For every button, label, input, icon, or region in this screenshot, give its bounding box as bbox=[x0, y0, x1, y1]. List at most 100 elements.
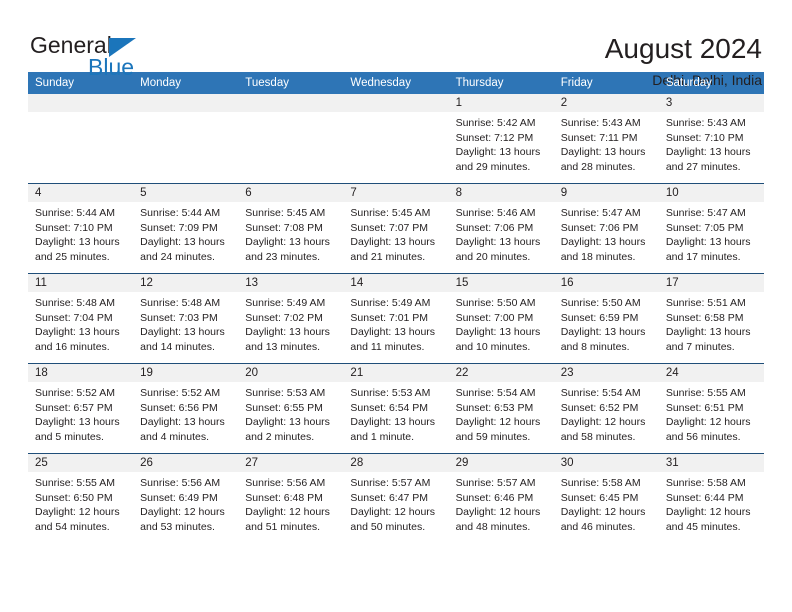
calendar-day-cell[interactable]: 29 Sunrise: 5:57 AM Sunset: 6:46 PM Dayligh… bbox=[448, 453, 554, 543]
calendar-day-cell[interactable]: 14 Sunrise: 5:49 AM Sunset: 7:01 PM Dayligh… bbox=[343, 273, 449, 364]
sunset-text: Sunset: 6:52 PM bbox=[560, 401, 639, 414]
sunrise-text: Sunrise: 5:43 AM bbox=[665, 117, 746, 129]
daylight-text: Daylight: 13 hours and 21 minutes. bbox=[350, 236, 436, 263]
calendar-day-cell-empty bbox=[133, 94, 239, 184]
calendar-day-cell[interactable]: 30 Sunrise: 5:58 AM Sunset: 6:45 PM Dayligh… bbox=[553, 453, 659, 543]
sunrise-text: Sunrise: 5:50 AM bbox=[455, 297, 536, 309]
day-number: 14 bbox=[343, 274, 449, 292]
calendar-day-cell[interactable]: 8 Sunrise: 5:46 AM Sunset: 7:06 PM Daylight… bbox=[448, 183, 554, 274]
calendar-day-cell[interactable]: 13 Sunrise: 5:49 AM Sunset: 7:02 PM Dayligh… bbox=[238, 273, 344, 364]
sunrise-text: Sunrise: 5:43 AM bbox=[560, 117, 641, 129]
calendar-day-cell[interactable]: 6 Sunrise: 5:45 AM Sunset: 7:08 PM Daylight… bbox=[238, 183, 344, 274]
calendar-day-cell[interactable]: 25 Sunrise: 5:55 AM Sunset: 6:50 PM Dayligh… bbox=[28, 453, 134, 543]
day-number: 27 bbox=[238, 454, 344, 472]
calendar-day-cell[interactable]: 3 Sunrise: 5:43 AM Sunset: 7:10 PM Daylight… bbox=[658, 94, 764, 184]
daylight-text: Daylight: 12 hours and 56 minutes. bbox=[665, 416, 751, 443]
daylight-text: Daylight: 13 hours and 13 minutes. bbox=[245, 326, 330, 353]
day-details: Sunrise: 5:57 AM Sunset: 6:46 PM Daylight:… bbox=[449, 472, 554, 534]
day-number: 21 bbox=[343, 364, 449, 382]
day-number: 13 bbox=[238, 274, 344, 292]
calendar-day-cell[interactable]: 16 Sunrise: 5:50 AM Sunset: 6:59 PM Dayligh… bbox=[553, 273, 659, 364]
sunset-text: Sunset: 6:44 PM bbox=[665, 491, 744, 504]
daylight-text: Daylight: 12 hours and 48 minutes. bbox=[455, 506, 541, 533]
day-details: Sunrise: 5:56 AM Sunset: 6:49 PM Daylight:… bbox=[133, 472, 238, 534]
day-number bbox=[28, 94, 134, 112]
calendar-day-cell[interactable]: 18 Sunrise: 5:52 AM Sunset: 6:57 PM Dayligh… bbox=[28, 363, 134, 454]
day-details: Sunrise: 5:45 AM Sunset: 7:08 PM Daylight:… bbox=[238, 202, 343, 264]
calendar-day-cell[interactable]: 10 Sunrise: 5:47 AM Sunset: 7:05 PM Dayligh… bbox=[658, 183, 764, 274]
calendar-day-cell[interactable]: 19 Sunrise: 5:52 AM Sunset: 6:56 PM Dayligh… bbox=[133, 363, 239, 454]
daylight-text: Daylight: 13 hours and 11 minutes. bbox=[350, 326, 436, 353]
day-number: 25 bbox=[28, 454, 134, 472]
calendar-day-cell[interactable]: 20 Sunrise: 5:53 AM Sunset: 6:55 PM Dayligh… bbox=[238, 363, 344, 454]
calendar-day-cell[interactable]: 5 Sunrise: 5:44 AM Sunset: 7:09 PM Daylight… bbox=[133, 183, 239, 274]
calendar-day-cell[interactable]: 26 Sunrise: 5:56 AM Sunset: 6:49 PM Dayligh… bbox=[133, 453, 239, 543]
calendar-day-cell[interactable]: 12 Sunrise: 5:48 AM Sunset: 7:03 PM Dayligh… bbox=[133, 273, 239, 364]
sunrise-text: Sunrise: 5:42 AM bbox=[455, 117, 536, 129]
sunrise-text: Sunrise: 5:51 AM bbox=[665, 297, 746, 309]
day-details: Sunrise: 5:45 AM Sunset: 7:07 PM Daylight:… bbox=[343, 202, 448, 264]
sunrise-text: Sunrise: 5:48 AM bbox=[35, 297, 115, 309]
calendar-body: 1 Sunrise: 5:42 AM Sunset: 7:12 PM Daylight… bbox=[28, 94, 764, 543]
calendar-day-cell[interactable]: 9 Sunrise: 5:47 AM Sunset: 7:06 PM Daylight… bbox=[553, 183, 659, 274]
daylight-text: Daylight: 13 hours and 18 minutes. bbox=[560, 236, 646, 263]
weekday-header-wednesday: Wednesday bbox=[343, 72, 449, 94]
day-number: 31 bbox=[658, 454, 764, 472]
sunrise-text: Sunrise: 5:55 AM bbox=[665, 387, 746, 399]
day-details: Sunrise: 5:52 AM Sunset: 6:57 PM Daylight:… bbox=[28, 382, 133, 444]
day-number: 24 bbox=[658, 364, 764, 382]
calendar-day-cell-empty bbox=[28, 94, 134, 184]
calendar-day-cell[interactable]: 31 Sunrise: 5:58 AM Sunset: 6:44 PM Dayligh… bbox=[658, 453, 764, 543]
day-number: 20 bbox=[238, 364, 344, 382]
calendar-day-cell[interactable]: 2 Sunrise: 5:43 AM Sunset: 7:11 PM Daylight… bbox=[553, 94, 659, 184]
sunrise-text: Sunrise: 5:44 AM bbox=[140, 207, 221, 219]
calendar-day-cell[interactable]: 22 Sunrise: 5:54 AM Sunset: 6:53 PM Dayligh… bbox=[448, 363, 554, 454]
sunset-text: Sunset: 6:47 PM bbox=[350, 491, 429, 504]
day-details: Sunrise: 5:47 AM Sunset: 7:05 PM Daylight:… bbox=[659, 202, 764, 264]
day-details: Sunrise: 5:51 AM Sunset: 6:58 PM Daylight:… bbox=[659, 292, 764, 354]
calendar-day-cell[interactable]: 28 Sunrise: 5:57 AM Sunset: 6:47 PM Dayligh… bbox=[343, 453, 449, 543]
sunrise-text: Sunrise: 5:52 AM bbox=[140, 387, 221, 399]
calendar-day-cell-empty bbox=[238, 94, 344, 184]
day-number: 7 bbox=[343, 184, 449, 202]
calendar-day-cell[interactable]: 1 Sunrise: 5:42 AM Sunset: 7:12 PM Daylight… bbox=[448, 94, 554, 184]
day-number: 16 bbox=[553, 274, 659, 292]
weekday-header-tuesday: Tuesday bbox=[238, 72, 344, 94]
calendar-day-cell[interactable]: 23 Sunrise: 5:54 AM Sunset: 6:52 PM Dayligh… bbox=[553, 363, 659, 454]
sunset-text: Sunset: 7:01 PM bbox=[350, 311, 429, 324]
calendar-day-cell[interactable]: 21 Sunrise: 5:53 AM Sunset: 6:54 PM Dayligh… bbox=[343, 363, 449, 454]
sunrise-text: Sunrise: 5:54 AM bbox=[455, 387, 536, 399]
weekday-header-thursday: Thursday bbox=[448, 72, 554, 94]
daylight-text: Daylight: 13 hours and 23 minutes. bbox=[245, 236, 330, 263]
calendar-day-cell-empty bbox=[343, 94, 449, 184]
sunset-text: Sunset: 7:10 PM bbox=[665, 131, 744, 144]
day-number bbox=[238, 94, 344, 112]
sunset-text: Sunset: 6:45 PM bbox=[560, 491, 639, 504]
calendar-day-cell[interactable]: 4 Sunrise: 5:44 AM Sunset: 7:10 PM Daylight… bbox=[28, 183, 134, 274]
daylight-text: Daylight: 13 hours and 2 minutes. bbox=[245, 416, 330, 443]
calendar-day-cell[interactable]: 15 Sunrise: 5:50 AM Sunset: 7:00 PM Dayligh… bbox=[448, 273, 554, 364]
day-details: Sunrise: 5:47 AM Sunset: 7:06 PM Daylight:… bbox=[554, 202, 659, 264]
sunrise-sunset-calendar: Sunday Monday Tuesday Wednesday Thursday… bbox=[28, 72, 764, 543]
daylight-text: Daylight: 13 hours and 7 minutes. bbox=[665, 326, 751, 353]
sunset-text: Sunset: 7:02 PM bbox=[245, 311, 323, 324]
day-details: Sunrise: 5:55 AM Sunset: 6:50 PM Daylight:… bbox=[28, 472, 133, 534]
daylight-text: Daylight: 12 hours and 58 minutes. bbox=[560, 416, 646, 443]
calendar-day-cell[interactable]: 7 Sunrise: 5:45 AM Sunset: 7:07 PM Daylight… bbox=[343, 183, 449, 274]
sunrise-text: Sunrise: 5:57 AM bbox=[455, 477, 536, 489]
sunrise-text: Sunrise: 5:47 AM bbox=[665, 207, 746, 219]
calendar-day-cell[interactable]: 11 Sunrise: 5:48 AM Sunset: 7:04 PM Dayligh… bbox=[28, 273, 134, 364]
calendar-day-cell[interactable]: 24 Sunrise: 5:55 AM Sunset: 6:51 PM Dayligh… bbox=[658, 363, 764, 454]
general-blue-logo[interactable]: General Blue bbox=[28, 32, 178, 88]
calendar-day-cell[interactable]: 17 Sunrise: 5:51 AM Sunset: 6:58 PM Dayligh… bbox=[658, 273, 764, 364]
calendar-day-cell[interactable]: 27 Sunrise: 5:56 AM Sunset: 6:48 PM Dayligh… bbox=[238, 453, 344, 543]
day-details: Sunrise: 5:44 AM Sunset: 7:10 PM Daylight:… bbox=[28, 202, 133, 264]
sunrise-text: Sunrise: 5:45 AM bbox=[350, 207, 431, 219]
sunset-text: Sunset: 7:11 PM bbox=[560, 131, 638, 144]
sunset-text: Sunset: 7:03 PM bbox=[140, 311, 218, 324]
day-details: Sunrise: 5:48 AM Sunset: 7:04 PM Daylight:… bbox=[28, 292, 133, 354]
day-details: Sunrise: 5:42 AM Sunset: 7:12 PM Daylight:… bbox=[449, 112, 554, 174]
day-details: Sunrise: 5:46 AM Sunset: 7:06 PM Daylight:… bbox=[449, 202, 554, 264]
daylight-text: Daylight: 13 hours and 24 minutes. bbox=[140, 236, 225, 263]
sunset-text: Sunset: 6:49 PM bbox=[140, 491, 218, 504]
